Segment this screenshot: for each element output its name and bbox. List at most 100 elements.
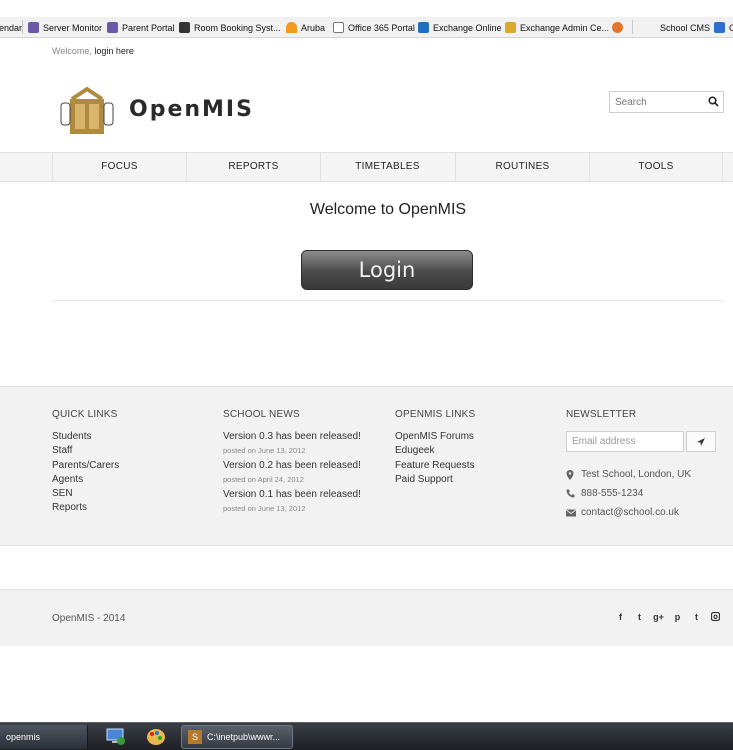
openmis-links-heading: OPENMIS LINKS <box>395 409 476 420</box>
book-icon <box>179 22 190 33</box>
tumblr-icon[interactable]: t <box>691 612 702 623</box>
bookmark-extra[interactable] <box>612 20 627 35</box>
nav-item-reports[interactable]: REPORTS <box>186 153 320 181</box>
bookmark-label: Exchange Admin Ce... <box>520 22 610 33</box>
twitter-icon[interactable]: t <box>634 612 645 623</box>
logo-wordmark: OpenMIS <box>129 97 254 122</box>
welcome-line: Welcome, login here <box>52 46 134 56</box>
bookmark-room-booking[interactable]: Room Booking Syst... <box>179 20 281 35</box>
quick-link-agents[interactable]: Agents <box>52 473 119 487</box>
bookmark-label: Exchange Online <box>433 22 502 33</box>
bookmark-parent-portal[interactable]: Parent Portal <box>107 20 175 35</box>
news-item-date: posted on April 24, 2012 <box>223 475 304 484</box>
quick-link-reports[interactable]: Reports <box>52 501 119 515</box>
people-icon <box>28 22 39 33</box>
bookmark-aruba[interactable]: Aruba <box>286 20 325 35</box>
bookmark-calendar[interactable]: endar <box>0 20 22 35</box>
news-item-title[interactable]: Version 0.3 has been released! <box>223 430 361 443</box>
bottom-bar: OpenMIS - 2014 f t g+ p t <box>0 589 733 646</box>
taskbar-window-label: C:\inetpub\wwwr... <box>207 732 281 742</box>
google-plus-icon[interactable]: g+ <box>653 612 664 623</box>
quick-link-parents[interactable]: Parents/Carers <box>52 459 119 473</box>
quick-link-students[interactable]: Students <box>52 430 119 444</box>
search-input[interactable] <box>610 92 700 113</box>
bookmark-label: C <box>729 22 733 33</box>
bookmarks-bar: endar Server Monitor Parent Portal Room … <box>0 17 733 38</box>
copyright-text: OpenMIS - 2014 <box>52 613 126 624</box>
admin-icon <box>505 22 516 33</box>
news-item-date: posted on June 13, 2012 <box>223 504 306 513</box>
sharepoint-icon <box>714 22 725 33</box>
bookmark-school-cms[interactable]: School CMS <box>660 20 710 35</box>
contact-email: contact@school.co.uk <box>566 507 679 518</box>
nav-item-timetables[interactable]: TIMETABLES <box>320 153 454 181</box>
openmis-link-paid-support[interactable]: Paid Support <box>395 473 475 487</box>
news-item-title[interactable]: Version 0.1 has been released! <box>223 488 361 501</box>
email-text[interactable]: contact@school.co.uk <box>581 507 679 518</box>
browser-top-strip <box>0 0 733 17</box>
nav-item-focus[interactable]: FOCUS <box>52 153 186 181</box>
openmis-link-feature-requests[interactable]: Feature Requests <box>395 459 475 473</box>
outlook-icon <box>418 22 429 33</box>
monitor-icon <box>106 728 125 745</box>
map-marker-icon <box>566 469 581 480</box>
openmis-logo[interactable] <box>60 85 114 142</box>
pinterest-icon[interactable]: p <box>672 612 683 623</box>
contact-address: Test School, London, UK <box>566 469 691 480</box>
people-icon <box>107 22 118 33</box>
newsletter-heading: NEWSLETTER <box>566 409 637 420</box>
bookmark-exchange-online[interactable]: Exchange Online <box>418 20 502 35</box>
facebook-icon[interactable]: f <box>615 612 626 623</box>
taskbar-start-label: openmis <box>6 732 41 742</box>
bookmark-more[interactable]: C <box>714 20 733 35</box>
quick-links-column: QUICK LINKS Students Staff Parents/Carer… <box>52 409 119 516</box>
bookmark-label: School CMS <box>660 22 711 33</box>
palette-icon <box>147 729 165 745</box>
taskbar-explorer-icon[interactable] <box>100 725 130 749</box>
aruba-icon <box>286 22 297 33</box>
news-item-date: posted on June 13, 2012 <box>223 446 306 455</box>
page-title: Welcome to OpenMIS <box>309 201 467 218</box>
nav-item-routines[interactable]: ROUTINES <box>455 153 589 181</box>
newsletter-submit-button[interactable] <box>686 431 716 452</box>
welcome-text: Welcome, <box>52 46 92 56</box>
address-text: Test School, London, UK <box>581 469 692 480</box>
bookmark-exchange-admin[interactable]: Exchange Admin Ce... <box>505 20 609 35</box>
newsletter-column: NEWSLETTER Email address Test School, Lo… <box>566 409 718 539</box>
openmis-links-column: OPENMIS LINKS OpenMIS Forums Edugeek Fea… <box>395 409 475 487</box>
bookmark-server-monitor[interactable]: Server Monitor <box>28 20 102 35</box>
bookmark-label: Server Monitor <box>43 22 103 33</box>
instagram-icon[interactable] <box>710 611 721 623</box>
login-button[interactable]: Login <box>301 250 473 290</box>
school-news-column: SCHOOL NEWS Version 0.3 has been release… <box>223 409 361 517</box>
phone-icon <box>566 489 581 498</box>
os-taskbar: openmis S C:\inetpub\wwwr... <box>0 722 733 750</box>
login-here-link[interactable]: login here <box>94 46 134 56</box>
bookmark-label: Office 365 Portal <box>348 22 415 33</box>
taskbar-window-item[interactable]: S C:\inetpub\wwwr... <box>181 725 293 749</box>
taskbar-start-item[interactable]: openmis <box>0 725 88 749</box>
quick-link-staff[interactable]: Staff <box>52 444 119 458</box>
news-item-title[interactable]: Version 0.2 has been released! <box>223 459 361 472</box>
search-box[interactable] <box>609 91 724 113</box>
bookmark-label: Aruba <box>301 22 326 33</box>
quick-link-sen[interactable]: SEN <box>52 487 119 501</box>
main-nav: FOCUS REPORTS TIMETABLES ROUTINES TOOLS <box>0 152 733 182</box>
bookmark-label: Parent Portal <box>122 22 175 33</box>
bookmark-separator <box>22 20 23 34</box>
send-arrow-icon <box>697 438 705 446</box>
bookmark-office365[interactable]: Office 365 Portal <box>333 20 415 35</box>
taskbar-paint-icon[interactable] <box>140 725 170 749</box>
social-links: f t g+ p t <box>615 611 721 623</box>
footer-widgets: QUICK LINKS Students Staff Parents/Carer… <box>0 386 733 546</box>
content-divider <box>52 300 724 301</box>
contact-phone: 888-555-1234 <box>566 488 643 499</box>
bookmark-label: Room Booking Syst... <box>194 22 281 33</box>
newsletter-email-input[interactable]: Email address <box>566 431 684 452</box>
bookmark-app-icon <box>612 22 623 33</box>
search-icon[interactable] <box>708 96 719 107</box>
nav-item-tools[interactable]: TOOLS <box>589 153 723 181</box>
openmis-link-forums[interactable]: OpenMIS Forums <box>395 430 475 444</box>
book-logo-icon <box>60 86 114 134</box>
openmis-link-edugeek[interactable]: Edugeek <box>395 444 475 458</box>
